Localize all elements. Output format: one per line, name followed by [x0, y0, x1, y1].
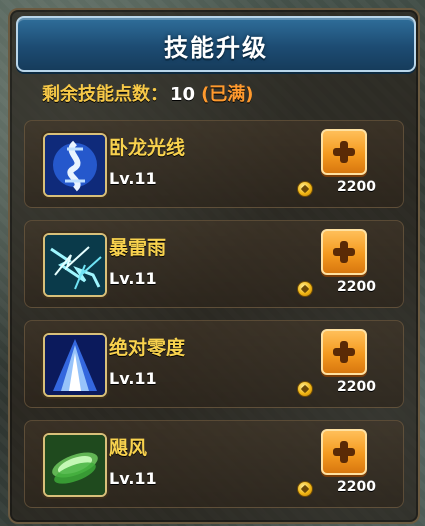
- skill-level: Lv.11: [109, 169, 157, 188]
- gold-coin-icon: [297, 281, 313, 297]
- gold-coin-icon: [297, 381, 313, 397]
- skill-level: Lv.11: [109, 469, 157, 488]
- gold-coin-icon: [297, 481, 313, 497]
- title-bar: 技能升级: [16, 16, 416, 72]
- skill-card: 卧龙光线 Lv.11 2200: [24, 120, 404, 208]
- upgrade-plus-button[interactable]: [321, 429, 367, 475]
- skill-card: 飓风 Lv.11 2200: [24, 420, 404, 508]
- upgrade-cost: 2200: [337, 379, 376, 395]
- panel-title: 技能升级: [164, 34, 268, 62]
- skill-name: 飓风: [109, 437, 148, 459]
- hurricane-icon: [43, 433, 107, 497]
- dragon-light-icon: [43, 133, 107, 197]
- skill-card: 绝对零度 Lv.11 2200: [24, 320, 404, 408]
- upgrade-plus-button[interactable]: [321, 229, 367, 275]
- absolute-zero-icon: [43, 333, 107, 397]
- skill-card: 暴雷雨 Lv.11 2200: [24, 220, 404, 308]
- upgrade-cost: 2200: [337, 279, 376, 295]
- skill-name: 暴雷雨: [109, 237, 167, 259]
- gold-coin-icon: [297, 181, 313, 197]
- skill-name: 绝对零度: [109, 337, 186, 359]
- skill-upgrade-panel: 技能升级 剩余技能点数： 10 (已满) 卧龙光线 Lv.11 2200 暴雷雨…: [8, 8, 420, 524]
- skill-level: Lv.11: [109, 269, 157, 288]
- skill-points-value: 10: [170, 84, 196, 105]
- thunderstorm-icon: [43, 233, 107, 297]
- skill-name: 卧龙光线: [109, 137, 186, 159]
- skill-points-status: (已满): [201, 84, 254, 105]
- upgrade-plus-button[interactable]: [321, 129, 367, 175]
- skill-points-text: 剩余技能点数：: [42, 84, 168, 105]
- upgrade-cost: 2200: [337, 179, 376, 195]
- upgrade-cost: 2200: [337, 479, 376, 495]
- upgrade-plus-button[interactable]: [321, 329, 367, 375]
- skill-points-label: 剩余技能点数： 10 (已满): [42, 80, 254, 106]
- skill-level: Lv.11: [109, 369, 157, 388]
